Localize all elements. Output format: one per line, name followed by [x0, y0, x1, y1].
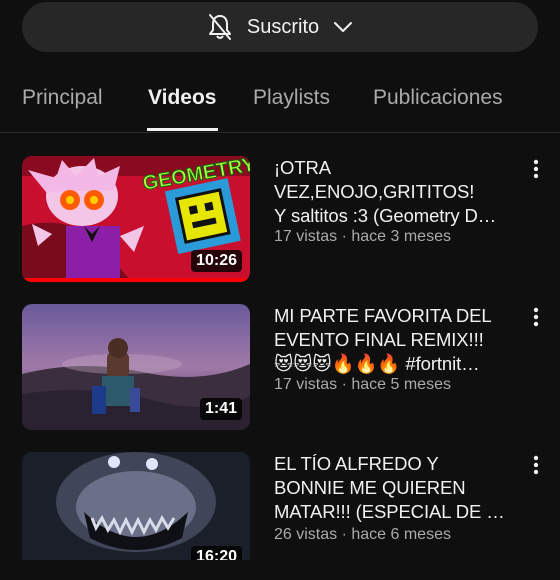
- tab-principal[interactable]: Principal: [22, 86, 103, 110]
- video-duration: 1:41: [199, 398, 242, 420]
- more-vert-icon: [533, 159, 539, 179]
- subscribe-area: Suscrito: [22, 2, 538, 52]
- video-title-line: Y saltitos :3 (Geometry D…: [274, 205, 497, 226]
- video-title-line: BONNIE ME QUIEREN: [274, 477, 466, 498]
- video-item[interactable]: 1:41 MI PARTE FAVORITA DEL EVENTO FINAL …: [0, 304, 560, 432]
- video-thumbnail[interactable]: 16:20: [22, 452, 250, 560]
- video-metadata: 26 vistas · hace 6 meses: [274, 526, 451, 543]
- subscribed-button[interactable]: Suscrito: [22, 2, 538, 52]
- video-metadata: 17 vistas · hace 5 meses: [274, 376, 451, 393]
- subscribed-label: Suscrito: [246, 15, 320, 38]
- video-title-line: ¡OTRA: [274, 157, 332, 178]
- more-options-button[interactable]: [528, 306, 544, 328]
- video-duration: 10:26: [191, 250, 242, 272]
- more-vert-icon: [533, 455, 539, 475]
- video-title[interactable]: EL TÍO ALFREDO Y BONNIE ME QUIEREN MATAR…: [274, 452, 516, 524]
- video-title-line: MATAR!!! (ESPECIAL DE …: [274, 501, 505, 522]
- thumbnail-art: [22, 452, 250, 560]
- video-title-line: EL TÍO ALFREDO Y: [274, 453, 439, 474]
- bell-off-icon: [207, 13, 233, 41]
- video-item[interactable]: 16:20 EL TÍO ALFREDO Y BONNIE ME QUIEREN…: [0, 452, 560, 580]
- more-options-button[interactable]: [528, 454, 544, 476]
- video-metadata: 17 vistas · hace 3 meses: [274, 228, 451, 245]
- video-title-line: MI PARTE FAVORITA DEL: [274, 305, 492, 326]
- watch-progress-bar: [22, 278, 250, 282]
- video-title-line: VEZ,ENOJO,GRITITOS!: [274, 181, 475, 202]
- active-tab-indicator: [147, 128, 218, 131]
- chevron-down-icon: [333, 21, 353, 33]
- tab-videos[interactable]: Videos: [148, 86, 216, 110]
- channel-tabs: Principal Videos Playlists Publicaciones: [0, 72, 560, 133]
- video-title-line: EVENTO FINAL REMIX!!!: [274, 329, 484, 350]
- video-item[interactable]: GEOMETRY 10:26 ¡OTRA VEZ,ENOJO,GRITITOS!…: [0, 156, 560, 284]
- video-title-line: 😻😻😻🔥🔥🔥 #fortnit…: [274, 353, 480, 374]
- video-title[interactable]: MI PARTE FAVORITA DEL EVENTO FINAL REMIX…: [274, 304, 516, 376]
- more-vert-icon: [533, 307, 539, 327]
- tab-publicaciones[interactable]: Publicaciones: [373, 86, 503, 110]
- video-thumbnail[interactable]: 1:41: [22, 304, 250, 430]
- video-duration: 16:20: [191, 546, 242, 560]
- video-thumbnail[interactable]: GEOMETRY 10:26: [22, 156, 250, 282]
- video-title[interactable]: ¡OTRA VEZ,ENOJO,GRITITOS! Y saltitos :3 …: [274, 156, 516, 228]
- more-options-button[interactable]: [528, 158, 544, 180]
- tab-playlists[interactable]: Playlists: [253, 86, 330, 110]
